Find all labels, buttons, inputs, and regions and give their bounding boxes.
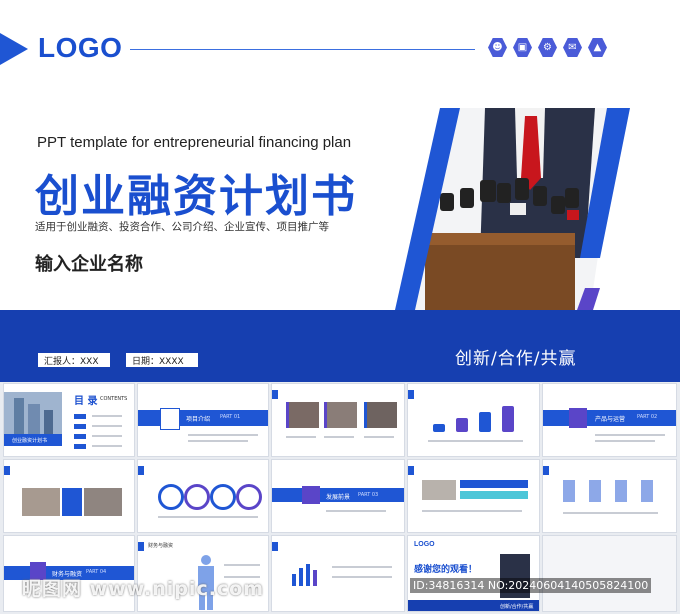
part3-no: PART 03 (358, 492, 379, 498)
watermark-id: ID:34816314 NO:20240604140505824100 (410, 578, 652, 593)
thumb-bars[interactable] (542, 459, 677, 533)
part2-title: 产品与运营 (595, 416, 626, 423)
cover-mini-title: 创业融资计划书 (12, 438, 48, 444)
team-icon (160, 408, 180, 430)
slogan: 创新/合作/共赢 (455, 349, 577, 369)
thumb-database[interactable] (407, 383, 540, 457)
city-photo (4, 392, 62, 434)
watermark-site: 昵图网 www.nipic.com (22, 578, 265, 600)
chart-icon: ▲ (588, 38, 607, 57)
subtitle: 适用于创业融资、投资合作、公司介绍、企业宣传、项目推广等 (35, 221, 329, 233)
date-label: 日期：XXXX (126, 353, 198, 367)
gear-icon: ⚙ (538, 38, 557, 57)
part2-no: PART 02 (637, 414, 658, 420)
thumb-circles[interactable] (137, 459, 269, 533)
people-icon: ☻ (488, 38, 507, 57)
thumb-part-3[interactable]: 发展前景 PART 03 (271, 459, 405, 533)
thumb-part-2[interactable]: 产品与运营 PART 02 (542, 383, 677, 457)
thanks-text: 感谢您的观看！ (414, 565, 478, 575)
part1-title: 项目介绍 (186, 416, 211, 423)
part3-title: 发展前景 (326, 494, 351, 501)
toc-sub: CONTENTS (100, 396, 128, 402)
speaker-podium-photo (395, 108, 630, 310)
bottom-band (0, 310, 680, 382)
mail-icon: ✉ (563, 38, 582, 57)
part1-no: PART 01 (220, 414, 241, 420)
thumb-meeting[interactable] (3, 459, 135, 533)
thumb-toc[interactable]: 创业融资计划书 目 录 CONTENTS (3, 383, 135, 457)
logo-triangle-icon (0, 33, 28, 65)
english-title: PPT template for entrepreneurial financi… (37, 134, 352, 151)
end-logo: LOGO (414, 541, 435, 548)
header-icon-row: ☻ ▣ ⚙ ✉ ▲ (488, 38, 607, 57)
logo-text: LOGO (38, 32, 123, 63)
finance-head: 财务与融资 (148, 543, 174, 549)
image-icon: ▣ (513, 38, 532, 57)
toc-title: 目 录 (74, 396, 98, 407)
thumb-part-1[interactable]: 项目介绍 PART 01 (137, 383, 269, 457)
chinese-title: 创业融资计划书 (35, 171, 357, 222)
reporter-label: 汇报人：XXX (38, 353, 110, 367)
header-divider (130, 49, 475, 50)
thumb-photos[interactable] (271, 383, 405, 457)
company-placeholder: 输入企业名称 (35, 254, 143, 275)
thumb-blank (542, 535, 677, 612)
thumb-thanks[interactable]: LOGO 感谢您的观看！ 创新/合作/共赢 (407, 535, 540, 612)
cover-slide: LOGO ☻ ▣ ⚙ ✉ ▲ PPT template for entrepre… (0, 0, 680, 382)
end-slogan: 创新/合作/共赢 (500, 604, 534, 610)
thumb-office[interactable] (407, 459, 540, 533)
thumb-chart[interactable] (271, 535, 405, 612)
